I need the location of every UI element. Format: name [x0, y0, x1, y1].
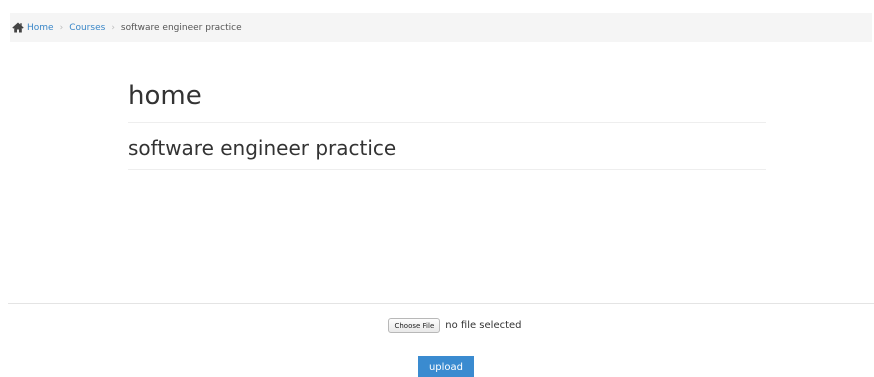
- upload-button[interactable]: upload: [417, 356, 475, 377]
- choose-file-button[interactable]: Choose File: [388, 318, 441, 333]
- breadcrumb: Home › Courses › software engineer pract…: [10, 13, 872, 42]
- breadcrumb-home-link[interactable]: Home: [27, 23, 54, 33]
- file-status-text: no file selected: [445, 320, 522, 331]
- breadcrumb-separator: ›: [59, 22, 64, 33]
- main-content: home software engineer practice: [128, 80, 766, 170]
- home-icon: [12, 22, 24, 33]
- breadcrumb-courses-link[interactable]: Courses: [69, 23, 105, 33]
- file-input: Choose File no file selected: [0, 318, 874, 333]
- breadcrumb-separator: ›: [111, 22, 115, 33]
- page-title: home: [128, 80, 766, 123]
- page: Home › Courses › software engineer pract…: [0, 0, 874, 377]
- breadcrumb-current: software engineer practice: [120, 22, 242, 33]
- course-title: software engineer practice: [128, 123, 766, 170]
- divider: [8, 303, 874, 304]
- upload-row: upload: [0, 356, 874, 377]
